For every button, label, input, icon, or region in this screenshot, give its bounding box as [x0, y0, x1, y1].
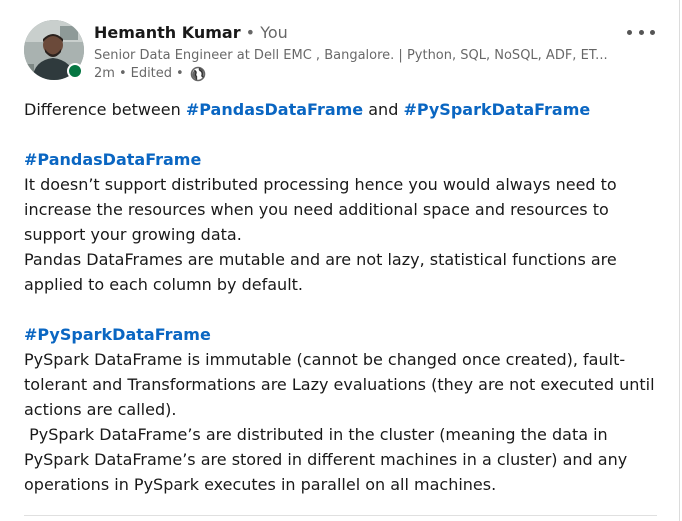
online-status-icon — [67, 63, 83, 79]
pandas-paragraph-1: It doesn’t support distributed processin… — [24, 175, 622, 244]
more-options-button[interactable] — [627, 22, 655, 42]
name-separator: • — [245, 23, 256, 42]
meta-separator-2: • — [176, 66, 184, 81]
author-name-line: Hemanth Kumar • You — [94, 22, 614, 44]
divider — [24, 515, 657, 516]
hashtag-link-pyspark[interactable]: #PySparkDataFrame — [403, 100, 590, 119]
ellipsis-dot — [638, 29, 644, 35]
pyspark-paragraph-1: PySpark DataFrame is immutable (cannot b… — [24, 350, 660, 419]
pandas-paragraph-2: Pandas DataFrames are mutable and are no… — [24, 250, 622, 294]
author-info: Hemanth Kumar • You Senior Data Engineer… — [94, 22, 614, 83]
pyspark-section-heading: #PySparkDataFrame — [24, 322, 658, 347]
author-relation: You — [260, 23, 288, 42]
edited-label: Edited — [130, 66, 173, 81]
hashtag-link-pandas[interactable]: #PandasDataFrame — [186, 100, 363, 119]
hashtag-link-pandas-heading[interactable]: #PandasDataFrame — [24, 150, 201, 169]
post-intro: Difference between #PandasDataFrame and … — [24, 97, 658, 122]
hashtag-link-pyspark-heading[interactable]: #PySparkDataFrame — [24, 325, 211, 344]
post-card: Hemanth Kumar • You Senior Data Engineer… — [0, 0, 680, 521]
ellipsis-horizontal-icon — [627, 29, 632, 35]
post-text: Difference between #PandasDataFrame and … — [24, 97, 658, 497]
author-name[interactable]: Hemanth Kumar — [94, 23, 241, 42]
author-avatar[interactable] — [24, 20, 84, 80]
pandas-section-heading: #PandasDataFrame — [24, 147, 658, 172]
globe-icon — [190, 66, 206, 82]
intro-mid: and — [363, 100, 404, 119]
post-time: 2m — [94, 66, 115, 81]
pyspark-paragraph-2: PySpark DataFrame’s are distributed in t… — [24, 425, 633, 494]
ellipsis-dot — [650, 29, 655, 35]
intro-prefix: Difference between — [24, 100, 186, 119]
post-meta: 2m • Edited • — [94, 65, 614, 83]
author-headline: Senior Data Engineer at Dell EMC , Banga… — [94, 48, 608, 63]
meta-separator-1: • — [118, 66, 127, 81]
